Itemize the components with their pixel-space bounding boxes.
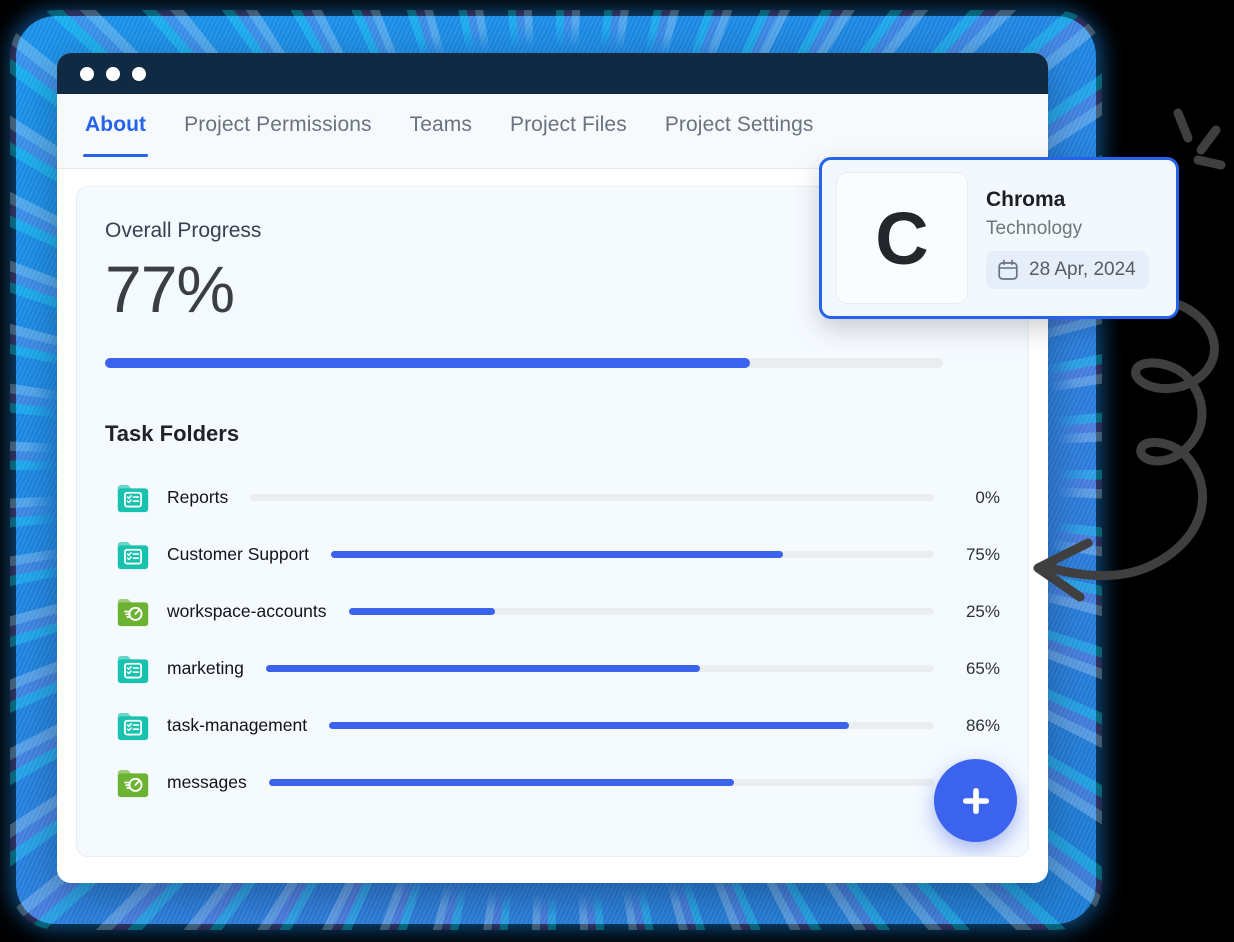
screenshot-stage: About Project Permissions Teams Project … bbox=[0, 0, 1234, 942]
task-folder-progress-fill bbox=[348, 608, 495, 616]
folder-checklist-icon bbox=[114, 707, 152, 745]
task-folder-name: Customer Support bbox=[167, 544, 310, 565]
tab-project-files[interactable]: Project Files bbox=[508, 107, 629, 157]
task-folder-progress-track bbox=[268, 779, 934, 787]
task-folder-name: messages bbox=[167, 772, 247, 793]
tab-teams[interactable]: Teams bbox=[408, 107, 474, 157]
overall-progress-fill bbox=[105, 358, 751, 369]
add-task-button[interactable] bbox=[934, 759, 1017, 842]
chroma-info: Chroma Technology 28 Apr, 2024 bbox=[986, 188, 1149, 289]
folder-checklist-icon bbox=[117, 541, 149, 569]
task-folder-percent: 65% bbox=[965, 658, 1000, 678]
task-folder-percent: 75% bbox=[965, 544, 1000, 564]
task-folder-row[interactable]: marketing 65% bbox=[105, 640, 1000, 697]
chroma-date-badge: 28 Apr, 2024 bbox=[986, 250, 1149, 289]
task-folders-list: Reports 0% Customer Support 75% workspace-ac… bbox=[105, 469, 1000, 811]
tab-project-permissions[interactable]: Project Permissions bbox=[182, 107, 373, 157]
task-folder-name: marketing bbox=[167, 658, 244, 679]
calendar-icon bbox=[998, 259, 1018, 280]
folder-speed-icon bbox=[114, 593, 152, 631]
task-folder-row[interactable]: workspace-accounts 25% bbox=[105, 583, 1000, 640]
task-folder-progress-track bbox=[250, 494, 934, 502]
task-folder-row[interactable]: task-management 86% bbox=[105, 697, 1000, 754]
chroma-date-text: 28 Apr, 2024 bbox=[1029, 258, 1136, 280]
chroma-project-card[interactable]: C Chroma Technology 28 Apr, 2024 bbox=[819, 157, 1179, 319]
overall-progress-track bbox=[105, 358, 943, 369]
task-folder-progress-track bbox=[331, 551, 934, 559]
folder-speed-icon bbox=[114, 764, 152, 802]
tab-project-settings[interactable]: Project Settings bbox=[663, 107, 816, 157]
chroma-category: Technology bbox=[986, 217, 1083, 239]
task-folder-progress-fill bbox=[268, 779, 735, 787]
chroma-logo-avatar: C bbox=[836, 172, 968, 304]
maximize-dot[interactable] bbox=[132, 66, 146, 81]
task-folder-progress-track bbox=[329, 722, 934, 730]
task-folder-progress-track bbox=[265, 665, 934, 673]
task-folder-progress-fill bbox=[331, 551, 784, 559]
window-titlebar bbox=[57, 53, 1048, 94]
task-folder-percent: 86% bbox=[965, 715, 1000, 735]
task-folder-progress-track bbox=[348, 608, 934, 616]
folder-speed-icon bbox=[117, 769, 149, 797]
folder-checklist-icon bbox=[114, 536, 152, 574]
chroma-name: Chroma bbox=[986, 187, 1066, 211]
folder-checklist-icon bbox=[117, 712, 149, 740]
task-folder-progress-fill bbox=[329, 722, 850, 730]
folder-checklist-icon bbox=[114, 650, 152, 688]
task-folder-row[interactable]: messages bbox=[105, 754, 1000, 811]
task-folder-name: workspace-accounts bbox=[167, 601, 327, 622]
folder-speed-icon bbox=[117, 598, 149, 626]
folder-checklist-icon bbox=[117, 484, 149, 512]
task-folder-progress-fill bbox=[265, 665, 701, 673]
task-folder-percent: 25% bbox=[965, 601, 1000, 621]
task-folder-row[interactable]: Reports 0% bbox=[105, 469, 1000, 526]
minimize-dot[interactable] bbox=[106, 66, 120, 81]
close-dot[interactable] bbox=[80, 66, 94, 81]
task-folder-name: task-management bbox=[167, 715, 308, 736]
plus-icon bbox=[962, 787, 989, 814]
folder-checklist-icon bbox=[114, 479, 152, 517]
tab-about[interactable]: About bbox=[83, 107, 149, 157]
task-folder-percent: 0% bbox=[975, 487, 1000, 507]
task-folders-title: Task Folders bbox=[105, 421, 240, 447]
folder-checklist-icon bbox=[117, 655, 149, 683]
task-folder-name: Reports bbox=[167, 487, 229, 508]
task-folder-row[interactable]: Customer Support 75% bbox=[105, 526, 1000, 583]
